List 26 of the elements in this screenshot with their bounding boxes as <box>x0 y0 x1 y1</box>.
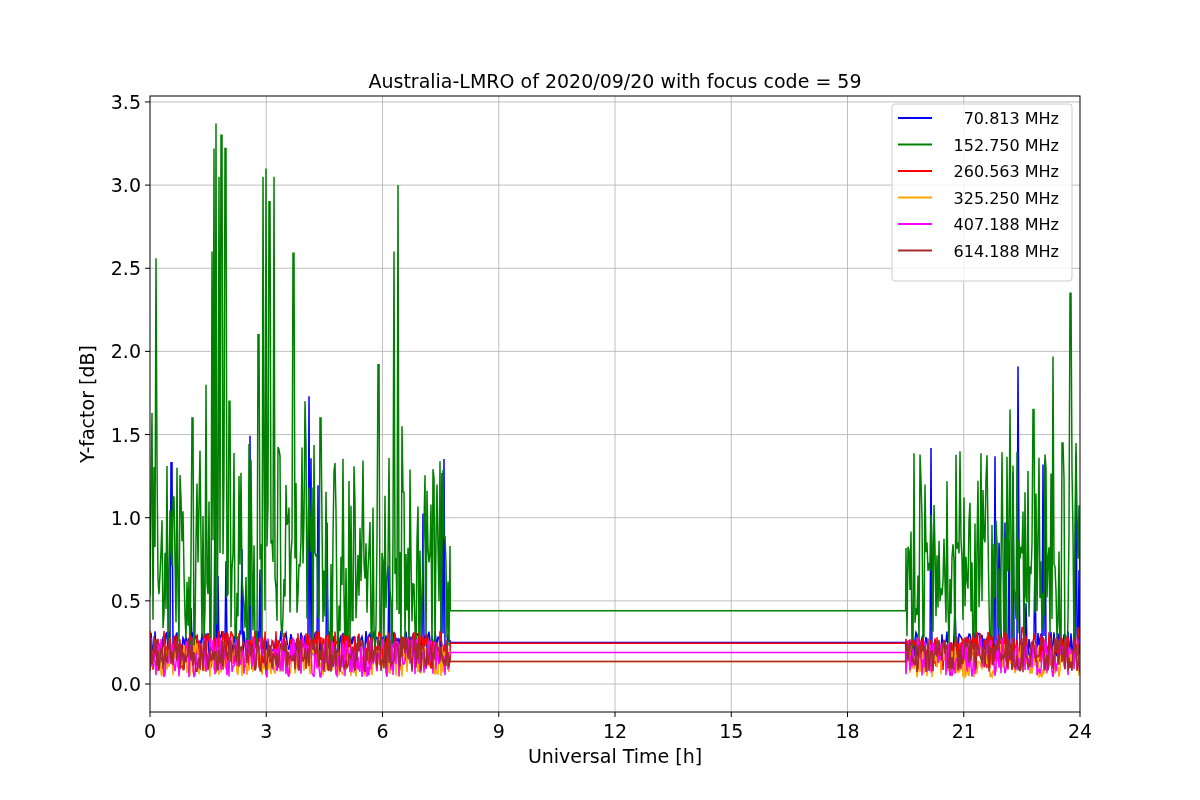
legend-label: 152.750 MHz <box>953 135 1059 155</box>
x-tick-label: 24 <box>1067 720 1093 742</box>
x-tick-label: 6 <box>376 720 389 742</box>
legend-label: 70.813 MHz <box>963 109 1059 128</box>
legend-label: 614.188 MHz <box>953 241 1059 261</box>
x-axis-label: Universal Time [h] <box>527 745 703 767</box>
y-tick-label: 1.5 <box>110 423 141 446</box>
x-tick-label: 21 <box>951 720 976 742</box>
y-tick-label: 2.5 <box>110 257 141 280</box>
x-tick-label: 9 <box>492 720 505 742</box>
x-tick-label: 18 <box>835 720 860 742</box>
y-tick-label: 2.0 <box>110 340 141 363</box>
y-tick-label: 0.5 <box>110 589 141 612</box>
x-tick-label: 12 <box>602 720 628 742</box>
x-tick-label: 0 <box>143 720 157 742</box>
y-tick-label: 3.5 <box>110 90 141 113</box>
y-tick-label: 1.0 <box>110 506 141 529</box>
legend-label: 325.250 MHz <box>953 188 1059 208</box>
chart-title: Australia-LMRO of 2020/09/20 with focus code = 59 <box>368 70 862 92</box>
x-tick-label: 3 <box>260 720 273 742</box>
legend-label: 260.563 MHz <box>953 162 1059 181</box>
y-axis-label: Y-factor [dB] <box>76 345 98 463</box>
y-tick-label: 0.0 <box>110 673 141 695</box>
y-tick-label: 3.0 <box>110 174 141 197</box>
legend-label: 407.188 MHz <box>953 215 1059 234</box>
x-tick-label: 15 <box>719 720 744 742</box>
